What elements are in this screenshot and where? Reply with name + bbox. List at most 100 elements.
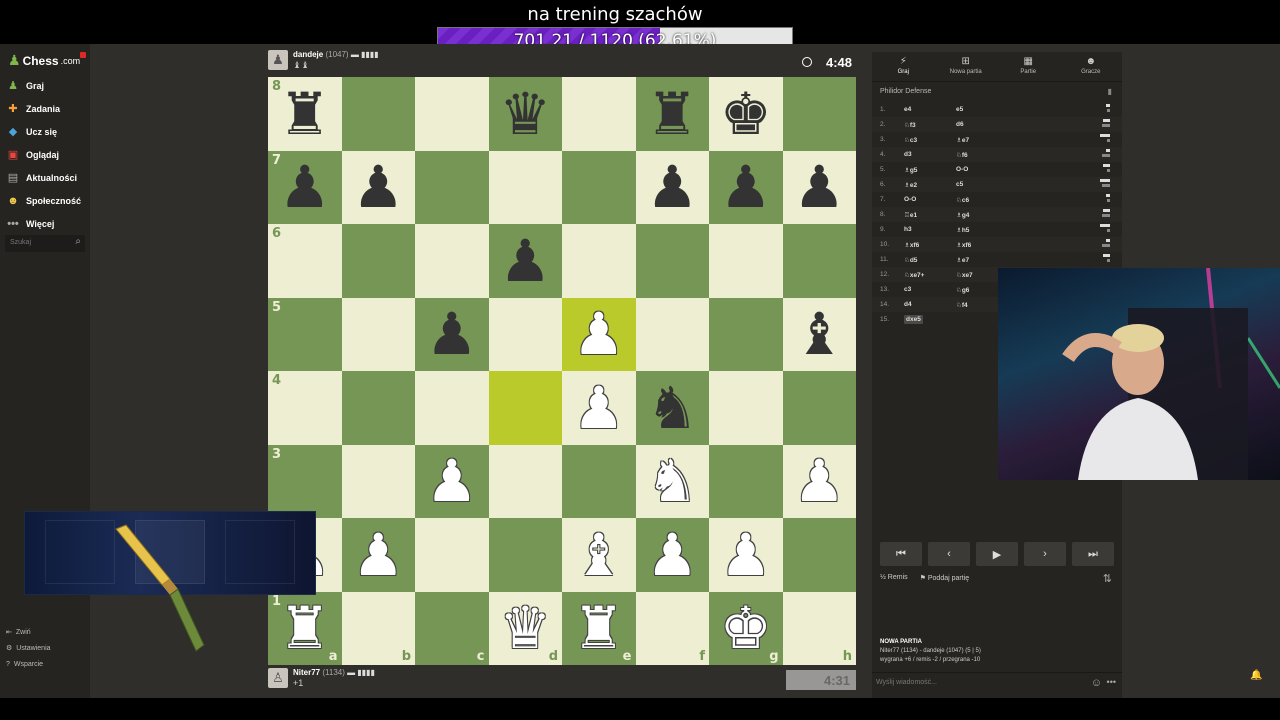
black-move[interactable]: c5 (956, 181, 1036, 188)
square-g1[interactable]: ♚ g (709, 591, 783, 665)
square-d7[interactable] (488, 150, 562, 224)
square-c3[interactable]: ♟ (415, 444, 489, 518)
white-piece[interactable]: ♚ (720, 599, 772, 657)
white-move[interactable]: ♘c3 (904, 137, 917, 144)
white-move[interactable]: h3 (904, 226, 912, 233)
sidebar-item-społeczność[interactable]: ☻ Społeczność (0, 189, 90, 212)
black-move[interactable]: ♗g4 (956, 211, 1036, 219)
white-move[interactable]: O-O (904, 196, 916, 203)
logo[interactable]: ♟ Chess .com (8, 52, 80, 69)
square-b5[interactable] (341, 297, 415, 371)
sidebar-item-zadania[interactable]: ✚ Zadania (0, 97, 90, 120)
square-b2[interactable]: ♟ (341, 518, 415, 592)
white-piece[interactable]: ♟ (646, 526, 698, 584)
emoji-icon[interactable]: ☺ (1091, 677, 1102, 689)
avatar[interactable]: ♟ (268, 50, 288, 70)
square-h8[interactable] (782, 77, 856, 151)
square-h6[interactable] (782, 224, 856, 298)
black-move[interactable]: ♘c6 (956, 196, 1036, 204)
square-b8[interactable] (341, 77, 415, 151)
black-piece[interactable]: ♛ (499, 85, 551, 143)
black-move[interactable]: e5 (956, 106, 1036, 113)
square-d6[interactable]: ♟ (488, 224, 562, 298)
white-piece[interactable]: ♟ (720, 526, 772, 584)
white-move[interactable]: d4 (904, 301, 912, 308)
prev-move-button[interactable]: ‹ (928, 542, 970, 566)
square-b1[interactable]: b (341, 591, 415, 665)
black-piece[interactable]: ♞ (646, 379, 698, 437)
search-input[interactable]: Szukaj ⌕ (5, 235, 85, 252)
white-move[interactable]: ♘f3 (904, 122, 916, 129)
square-b3[interactable] (341, 444, 415, 518)
square-h7[interactable]: ♟ (782, 150, 856, 224)
white-piece[interactable]: ♟ (426, 452, 478, 510)
resign-button[interactable]: ⚑ Poddaj partię (920, 574, 970, 582)
square-g2[interactable]: ♟ (709, 518, 783, 592)
black-move[interactable]: O-O (956, 166, 1036, 173)
black-piece[interactable]: ♜ (279, 85, 331, 143)
book-icon[interactable]: ▮ (1108, 87, 1112, 96)
next-move-button[interactable]: › (1024, 542, 1066, 566)
white-move[interactable]: d3 (904, 151, 912, 158)
square-a6[interactable]: 6 (268, 224, 342, 298)
square-f1[interactable]: f (635, 591, 709, 665)
square-c2[interactable] (415, 518, 489, 592)
white-move[interactable]: ♗g5 (904, 167, 917, 174)
square-b6[interactable] (341, 224, 415, 298)
square-g8[interactable]: ♚ (709, 77, 783, 151)
square-d3[interactable] (488, 444, 562, 518)
square-a4[interactable]: 4 (268, 371, 342, 445)
black-piece[interactable]: ♟ (793, 158, 845, 216)
square-d4[interactable] (488, 371, 562, 445)
flip-board-icon[interactable]: ⇅ (1103, 572, 1112, 585)
square-g6[interactable] (709, 224, 783, 298)
play-button[interactable]: ▶ (976, 542, 1018, 566)
white-piece[interactable]: ♜ (279, 599, 331, 657)
collapse-button[interactable]: ⇤ Zwiń (6, 624, 51, 640)
chess-board[interactable]: ♜8♛♜♚♟7♟♟♟♟6♟5♟♟♝4♟♞3♟♞♟♟2♟♝♟♟♜1abc♛d♜ef… (268, 77, 856, 665)
first-move-button[interactable]: ⏮ (880, 542, 922, 566)
square-a7[interactable]: ♟ 7 (268, 150, 342, 224)
black-move[interactable]: ♗e7 (956, 136, 1036, 144)
square-d1[interactable]: ♛ d (488, 591, 562, 665)
black-move[interactable]: ♗h5 (956, 226, 1036, 234)
square-f8[interactable]: ♜ (635, 77, 709, 151)
white-move[interactable]: dxe5 (904, 315, 923, 324)
black-piece[interactable]: ♜ (646, 85, 698, 143)
sidebar-item-ucz-się[interactable]: ◆ Ucz się (0, 120, 90, 143)
avatar[interactable]: ♙ (268, 668, 288, 688)
black-move[interactable]: ♗xf6 (956, 241, 1036, 249)
square-g3[interactable] (709, 444, 783, 518)
settings-button[interactable]: ⚙ Ustawienia (6, 640, 51, 656)
last-move-button[interactable]: ⏭ (1072, 542, 1114, 566)
white-move[interactable]: ♗e2 (904, 182, 917, 189)
black-piece[interactable]: ♟ (352, 158, 404, 216)
tab-nowa-partia[interactable]: ⊞ Nowa partia (935, 52, 998, 81)
white-piece[interactable]: ♟ (793, 452, 845, 510)
white-move[interactable]: ♖e1 (904, 212, 917, 219)
sidebar-item-oglądaj[interactable]: ▣ Oglądaj (0, 143, 90, 166)
white-move[interactable]: ♘xe7+ (904, 272, 924, 279)
square-h5[interactable]: ♝ (782, 297, 856, 371)
square-e8[interactable] (562, 77, 636, 151)
square-c5[interactable]: ♟ (415, 297, 489, 371)
square-a5[interactable]: 5 (268, 297, 342, 371)
draw-button[interactable]: ½ Remis (880, 574, 908, 582)
square-c7[interactable] (415, 150, 489, 224)
square-c1[interactable]: c (415, 591, 489, 665)
square-a3[interactable]: 3 (268, 444, 342, 518)
white-piece[interactable]: ♜ (573, 599, 625, 657)
white-move[interactable]: e4 (904, 106, 911, 113)
square-h3[interactable]: ♟ (782, 444, 856, 518)
chat-input[interactable]: Wyślij wiadomość... ☺ ••• (872, 672, 1122, 692)
square-e5[interactable]: ♟ (562, 297, 636, 371)
more-icon[interactable]: ••• (1107, 677, 1116, 687)
white-piece[interactable]: ♟ (352, 526, 404, 584)
sidebar-item-aktualności[interactable]: ▤ Aktualności (0, 166, 90, 189)
tab-graj[interactable]: ⚡ Graj (872, 52, 935, 81)
square-e4[interactable]: ♟ (562, 371, 636, 445)
bell-icon[interactable]: 🔔 (1250, 670, 1262, 681)
support-button[interactable]: ? Wsparcie (6, 656, 51, 672)
square-c8[interactable] (415, 77, 489, 151)
square-a1[interactable]: ♜ 1 a (268, 591, 342, 665)
